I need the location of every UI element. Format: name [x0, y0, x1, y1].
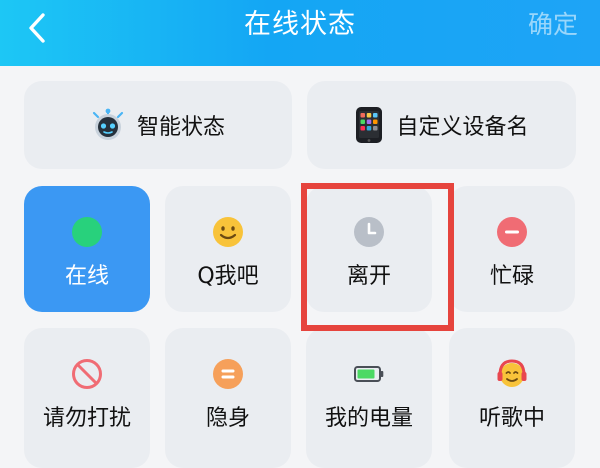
status-q-me-button[interactable]: Q我吧: [165, 186, 291, 312]
status-q-me-label: Q我吧: [197, 264, 259, 289]
minus-circle-icon: [497, 217, 527, 247]
headphones-face-icon: [497, 359, 527, 387]
green-dot-icon: [72, 217, 102, 247]
status-do-not-disturb-label: 请勿打扰: [42, 406, 131, 431]
status-busy-button[interactable]: 忙碌: [449, 186, 575, 312]
status-battery-label: 我的电量: [324, 406, 413, 431]
smart-status-button[interactable]: 智能状态: [24, 81, 292, 169]
status-battery-button[interactable]: 我的电量: [306, 328, 432, 468]
status-invisible-label: 隐身: [205, 406, 250, 431]
smart-status-label: 智能状态: [136, 115, 225, 140]
equals-circle-icon: [213, 359, 243, 389]
robot-icon: [92, 108, 124, 140]
status-away-label: 离开: [346, 264, 391, 289]
status-do-not-disturb-button[interactable]: 请勿打扰: [24, 328, 150, 468]
no-entry-icon: [72, 359, 102, 389]
battery-icon: [354, 366, 384, 382]
status-invisible-button[interactable]: 隐身: [165, 328, 291, 468]
custom-device-name-button[interactable]: 自定义设备名: [307, 81, 576, 169]
phone-icon: [356, 107, 383, 143]
confirm-button[interactable]: 确定: [528, 0, 578, 50]
title-bar: 在线状态 确定: [0, 0, 600, 66]
status-online-label: 在线: [64, 264, 109, 289]
status-listening-music-label: 听歌中: [478, 406, 545, 431]
smile-face-icon: [213, 217, 243, 247]
custom-device-name-label: 自定义设备名: [396, 115, 529, 140]
clock-icon: [354, 217, 384, 247]
status-online-button[interactable]: 在线: [24, 186, 150, 312]
status-away-button[interactable]: 离开: [306, 186, 432, 312]
status-listening-music-button[interactable]: 听歌中: [449, 328, 575, 468]
status-busy-label: 忙碌: [489, 264, 534, 289]
page-title: 在线状态: [244, 9, 356, 40]
